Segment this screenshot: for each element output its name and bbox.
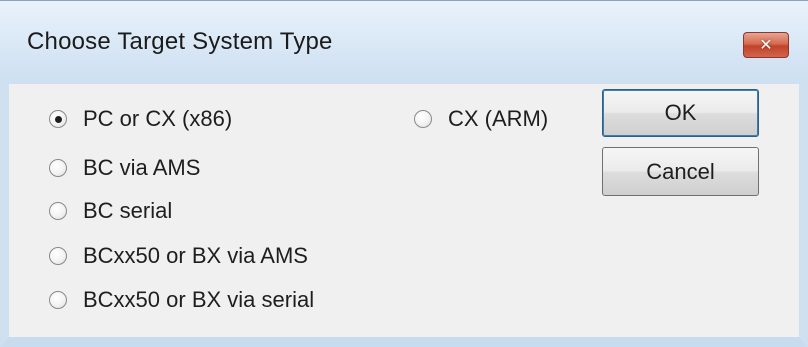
radio-button[interactable] xyxy=(49,159,67,177)
radio-label: BCxx50 or BX via serial xyxy=(83,287,315,312)
radio-label: PC or CX (x86) xyxy=(83,106,233,131)
radio-button[interactable] xyxy=(414,110,432,128)
close-icon: ✕ xyxy=(759,35,773,54)
radio-label: BC via AMS xyxy=(83,155,201,180)
radio-label: BC serial xyxy=(83,198,173,223)
title-bar: Choose Target System Type ✕ xyxy=(0,0,808,84)
radio-option-bcxx50-bx-via-ams[interactable]: BCxx50 or BX via AMS xyxy=(49,243,308,269)
ok-button[interactable]: OK xyxy=(602,89,759,137)
radio-button[interactable] xyxy=(49,247,67,265)
radio-button[interactable] xyxy=(49,291,67,309)
radio-option-bc-via-ams[interactable]: BC via AMS xyxy=(49,155,200,181)
radio-option-pc-cx-x86[interactable]: PC or CX (x86) xyxy=(49,106,232,132)
close-button[interactable]: ✕ xyxy=(743,32,789,58)
radio-label: CX (ARM) xyxy=(448,106,549,131)
radio-button[interactable] xyxy=(49,202,67,220)
dialog-title: Choose Target System Type xyxy=(27,28,333,55)
cancel-button[interactable]: Cancel xyxy=(602,147,759,196)
dialog-window: Choose Target System Type ✕ PC or CX (x8… xyxy=(0,0,808,347)
dialog-content: PC or CX (x86) BC via AMS BC serial BCxx… xyxy=(9,84,799,337)
radio-option-bc-serial[interactable]: BC serial xyxy=(49,198,172,224)
radio-option-cx-arm[interactable]: CX (ARM) xyxy=(414,106,548,132)
radio-button[interactable] xyxy=(49,110,67,128)
radio-option-bcxx50-bx-via-serial[interactable]: BCxx50 or BX via serial xyxy=(49,287,314,313)
radio-label: BCxx50 or BX via AMS xyxy=(83,243,308,268)
